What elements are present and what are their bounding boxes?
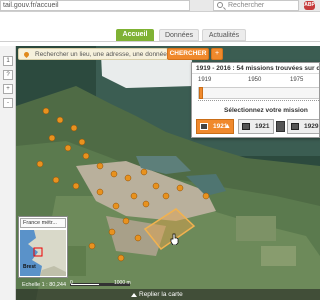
hand-cursor-icon — [170, 233, 179, 245]
search-options-button[interactable]: + — [211, 48, 223, 60]
browser-search-box[interactable]: Rechercher — [213, 0, 299, 11]
tab-news[interactable]: Actualités — [202, 29, 246, 41]
timeline-slider-handle[interactable] — [199, 87, 203, 99]
mission-thumbnail-icon — [200, 123, 208, 130]
cart-icon[interactable]: ▲ — [224, 122, 231, 131]
mission-year: 1929 — [304, 123, 319, 130]
mission-item[interactable]: 1929 — [287, 119, 319, 134]
mission-thumbnail-icon — [242, 123, 250, 130]
zoom-out-button[interactable]: - — [3, 98, 13, 108]
mission-thumbnail-icon — [291, 123, 299, 130]
timeline-year-label: 1975 — [290, 77, 304, 83]
timeline-year-label: 1950 — [248, 77, 262, 83]
search-icon — [217, 2, 223, 8]
fold-map-button[interactable]: Replier la carte — [131, 290, 183, 300]
browser-toolbar: tail.gouv.fr/accueil Rechercher ABP — [0, 0, 320, 12]
scale-label: Echelle 1 : 80,244 — [22, 282, 67, 288]
timeline-year-label: 1919 — [198, 77, 212, 83]
timeline-title: 1919 - 2016 : 54 missions trouvées sur c… — [192, 63, 319, 74]
timeline-years: 1919 1950 1975 — [192, 77, 319, 86]
mission-thumbnail-icon[interactable] — [276, 121, 285, 132]
zoom-in-button[interactable]: + — [3, 84, 13, 94]
timeline-panel: 1919 - 2016 : 54 missions trouvées sur c… — [191, 62, 320, 138]
map-pin-icon — [22, 50, 31, 59]
nav-divider — [0, 41, 320, 42]
overview-map: France métr... Brest — [18, 216, 68, 278]
extension-icon[interactable]: ABP — [304, 1, 315, 10]
location-search-input[interactable]: Rechercher un lieu, une adresse, une don… — [18, 48, 168, 60]
search-placeholder: Rechercher un lieu, une adresse, une don… — [35, 51, 167, 58]
browser-search-placeholder: Rechercher — [228, 2, 265, 9]
overview-map-image[interactable]: Brest — [20, 230, 66, 276]
mission-year: 1921 — [255, 123, 270, 130]
map-tool-strip: 1 ? + - — [0, 46, 16, 300]
tab-home[interactable]: Accueil — [116, 29, 154, 41]
territory-select[interactable]: France métr... — [20, 218, 66, 228]
tab-data[interactable]: Données — [159, 29, 199, 41]
timeline-ticks — [198, 100, 319, 104]
overview-place-label: Brest — [23, 264, 36, 270]
mission-item[interactable]: 1921 ▲ — [196, 119, 234, 134]
mission-item[interactable]: 1921 — [238, 119, 274, 134]
scale-end-label: 1000 m — [114, 280, 131, 286]
mission-select-label: Sélectionnez votre mission — [224, 107, 308, 114]
tool-button-help[interactable]: ? — [3, 70, 13, 80]
scale-start-label: 0 — [70, 280, 73, 286]
tool-button-1[interactable]: 1 — [3, 56, 13, 66]
search-button[interactable]: CHERCHER — [167, 48, 209, 60]
timeline-slider[interactable] — [198, 87, 319, 99]
url-bar[interactable]: tail.gouv.fr/accueil — [0, 0, 190, 11]
